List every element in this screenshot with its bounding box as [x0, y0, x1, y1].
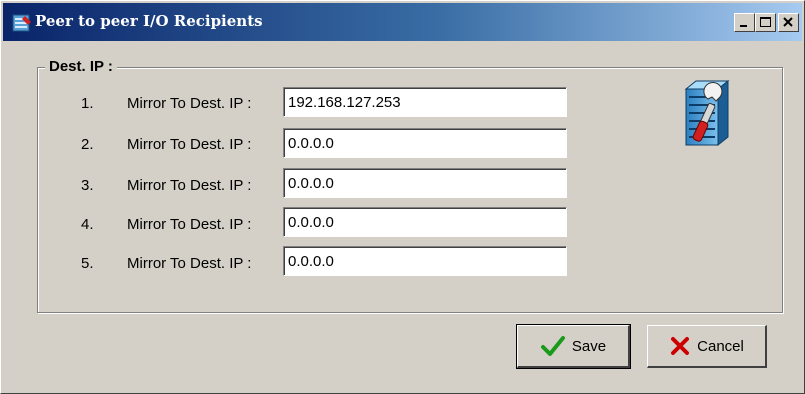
- mirror-dest-ip-1-input[interactable]: [283, 87, 567, 117]
- x-icon: [671, 337, 690, 355]
- minimize-button[interactable]: [734, 13, 755, 32]
- save-button[interactable]: Save: [516, 324, 631, 369]
- mirror-dest-ip-2-input[interactable]: [283, 128, 567, 158]
- mirror-dest-ip-4-input[interactable]: [283, 207, 567, 237]
- mirror-dest-ip-label: Mirror To Dest. IP :: [127, 216, 252, 233]
- save-button-label: Save: [571, 337, 607, 355]
- maximize-button[interactable]: [755, 13, 776, 32]
- minimize-icon: [740, 25, 747, 27]
- close-button[interactable]: [778, 13, 799, 32]
- dialog-window: Peer to peer I/O Recipients Dest. IP : 1…: [0, 0, 805, 394]
- maximize-icon: [760, 17, 771, 27]
- cancel-button-label: Cancel: [697, 337, 744, 355]
- row-number: 3.: [81, 177, 94, 194]
- row-number: 4.: [81, 216, 94, 233]
- title-bar[interactable]: Peer to peer I/O Recipients: [3, 3, 802, 41]
- dest-ip-group-label: Dest. IP :: [45, 58, 117, 75]
- row-number: 1.: [81, 95, 94, 112]
- mirror-dest-ip-label: Mirror To Dest. IP :: [127, 255, 252, 272]
- window-title: Peer to peer I/O Recipients: [35, 12, 263, 30]
- row-number: 5.: [81, 255, 94, 272]
- checkmark-icon: [540, 336, 565, 356]
- close-icon: [783, 17, 793, 27]
- app-icon: [12, 14, 31, 32]
- mirror-dest-ip-3-input[interactable]: [283, 168, 567, 198]
- mirror-dest-ip-5-input[interactable]: [283, 246, 567, 276]
- cancel-button[interactable]: Cancel: [647, 325, 767, 368]
- mirror-dest-ip-label: Mirror To Dest. IP :: [127, 95, 252, 112]
- mirror-dest-ip-label: Mirror To Dest. IP :: [127, 177, 252, 194]
- settings-wrench-icon: [684, 79, 730, 147]
- row-number: 2.: [81, 136, 94, 153]
- mirror-dest-ip-label: Mirror To Dest. IP :: [127, 136, 252, 153]
